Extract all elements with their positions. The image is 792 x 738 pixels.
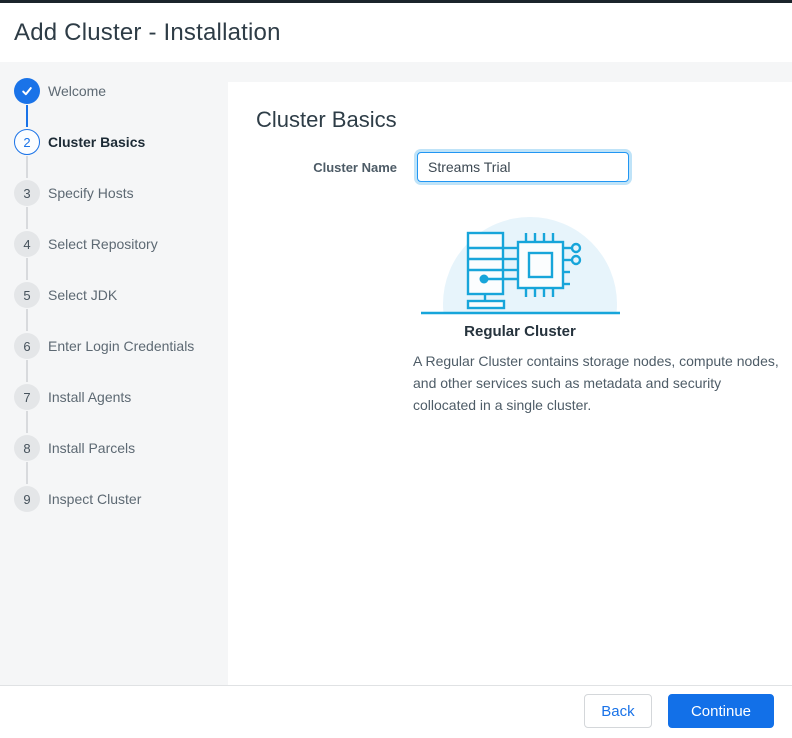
step-connector <box>26 156 28 178</box>
step-connector <box>26 105 28 127</box>
step-label: Select JDK <box>48 282 117 308</box>
add-cluster-wizard-window: Add Cluster - Installation 1 Welcome <box>0 0 792 738</box>
step-label: Install Agents <box>48 384 131 410</box>
step-circle: 8 <box>14 435 40 461</box>
step-circle: 5 <box>14 282 40 308</box>
step-number: 6 <box>23 339 30 354</box>
server-chip-illustration-icon <box>418 205 622 317</box>
wizard-step-welcome: 1 Welcome <box>0 78 228 129</box>
wizard-step-inspect-cluster: 9 Inspect Cluster <box>0 486 228 537</box>
step-connector <box>26 258 28 280</box>
cluster-name-row: Cluster Name <box>256 149 792 185</box>
page-title: Add Cluster - Installation <box>14 19 281 47</box>
wizard-body: 1 Welcome 2 Clust <box>0 62 792 685</box>
step-number: 4 <box>23 237 30 252</box>
step-label: Select Repository <box>48 231 158 257</box>
step-connector <box>26 309 28 331</box>
step-circle: 4 <box>14 231 40 257</box>
step-connector <box>26 360 28 382</box>
wizard-step-install-agents: 7 Install Agents <box>0 384 228 435</box>
wizard-step-specify-hosts: 3 Specify Hosts <box>0 180 228 231</box>
cluster-type-title: Regular Cluster <box>418 323 622 340</box>
step-circle: 1 <box>14 78 40 104</box>
regular-cluster-illustration <box>418 205 622 317</box>
wizard-step-enter-login-credentials: 6 Enter Login Credentials <box>0 333 228 384</box>
step-label: Enter Login Credentials <box>48 333 194 359</box>
step-number: 7 <box>23 390 30 405</box>
cluster-name-input[interactable] <box>417 152 629 182</box>
wizard-steps-list: 1 Welcome 2 Clust <box>0 78 228 537</box>
step-number: 5 <box>23 288 30 303</box>
page-header: Add Cluster - Installation <box>0 3 792 62</box>
step-circle: 6 <box>14 333 40 359</box>
step-label: Install Parcels <box>48 435 135 461</box>
step-circle: 9 <box>14 486 40 512</box>
step-number: 8 <box>23 441 30 456</box>
step-connector <box>26 462 28 484</box>
step-circle: 2 <box>14 129 40 155</box>
check-icon <box>20 84 34 98</box>
continue-button[interactable]: Continue <box>668 694 774 728</box>
step-circle: 3 <box>14 180 40 206</box>
wizard-footer: Back Continue <box>0 685 792 738</box>
wizard-step-select-repository: 4 Select Repository <box>0 231 228 282</box>
step-number: 9 <box>23 492 30 507</box>
back-button[interactable]: Back <box>584 694 652 728</box>
cluster-basics-panel: Cluster Basics Cluster Name <box>228 82 792 685</box>
step-circle: 7 <box>14 384 40 410</box>
step-label: Inspect Cluster <box>48 486 141 512</box>
wizard-steps-sidebar: 1 Welcome 2 Clust <box>0 62 228 685</box>
step-label: Specify Hosts <box>48 180 134 206</box>
section-heading: Cluster Basics <box>256 107 792 133</box>
step-number: 2 <box>23 135 30 150</box>
step-connector <box>26 411 28 433</box>
step-number: 3 <box>23 186 30 201</box>
step-connector <box>26 207 28 229</box>
cluster-type-description: A Regular Cluster contains storage nodes… <box>413 350 785 416</box>
wizard-step-cluster-basics: 2 Cluster Basics <box>0 129 228 180</box>
step-label: Welcome <box>48 78 106 104</box>
wizard-step-install-parcels: 8 Install Parcels <box>0 435 228 486</box>
cluster-name-label: Cluster Name <box>256 160 397 175</box>
main-panel: Cluster Basics Cluster Name <box>228 62 792 685</box>
step-label: Cluster Basics <box>48 129 145 155</box>
wizard-step-select-jdk: 5 Select JDK <box>0 282 228 333</box>
